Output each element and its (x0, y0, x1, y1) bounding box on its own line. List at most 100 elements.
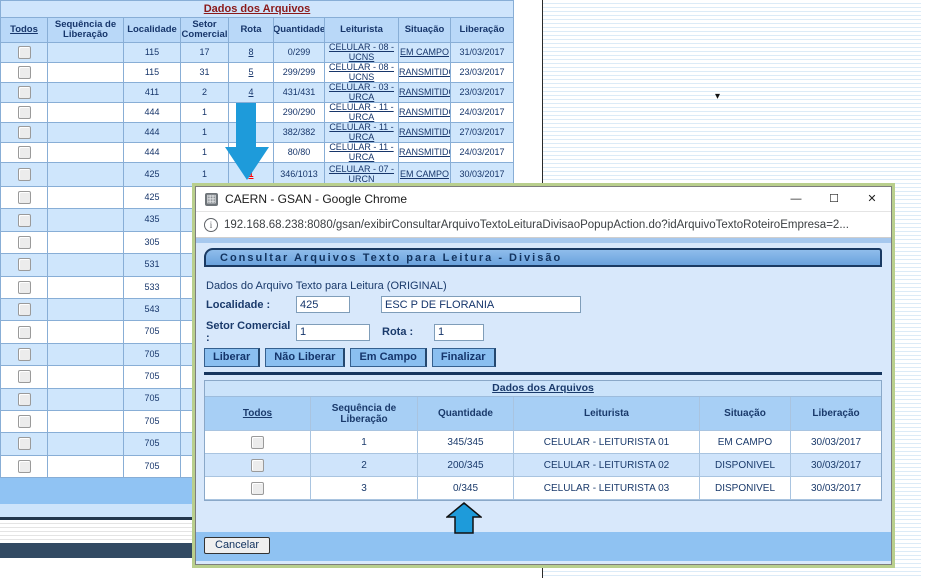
column-header-label[interactable]: Todos (10, 25, 38, 35)
cell-leiturista[interactable]: CELULAR - 03 - URCA (324, 83, 398, 103)
cell-situacao[interactable]: TRANSMITIDO (398, 103, 450, 123)
setor-comercial-input[interactable] (296, 324, 370, 341)
cell-todos[interactable] (0, 299, 47, 321)
cell-value[interactable]: TRANSMITIDO (398, 68, 450, 77)
row-checkbox[interactable] (251, 436, 264, 449)
cell-situacao[interactable]: TRANSMITIDO (398, 123, 450, 143)
cell-value[interactable]: TRANSMITIDO (398, 108, 450, 117)
cell-leiturista[interactable]: CELULAR - 11 - URCA (324, 123, 398, 143)
row-checkbox[interactable] (18, 258, 31, 271)
cell-todos[interactable] (0, 163, 47, 187)
cell-situacao[interactable]: TRANSMITIDO (398, 63, 450, 83)
cell-todos[interactable] (0, 143, 47, 163)
cell-value[interactable]: TRANSMITIDO (398, 88, 450, 97)
cell-value[interactable]: 4 (248, 88, 253, 97)
maximize-button[interactable]: ☐ (815, 187, 853, 211)
cell-value[interactable]: 8 (248, 48, 253, 57)
popup-column-header-0[interactable]: Todos (205, 397, 311, 431)
row-checkbox[interactable] (18, 370, 31, 383)
row-checkbox[interactable] (18, 437, 31, 450)
cell-situacao[interactable]: EM CAMPO (398, 163, 450, 187)
cell-situacao[interactable]: TRANSMITIDO (398, 83, 450, 103)
cell-value[interactable]: CELULAR - 11 - URCA (325, 103, 398, 122)
row-checkbox[interactable] (251, 482, 264, 495)
cell-value[interactable]: TRANSMITIDO (398, 148, 450, 157)
row-checkbox[interactable] (18, 415, 31, 428)
cell-todos[interactable] (205, 431, 311, 454)
row-checkbox[interactable] (18, 191, 31, 204)
minimize-button[interactable]: — (777, 187, 815, 211)
page-info-icon[interactable]: i (204, 218, 218, 232)
cell-todos[interactable] (0, 63, 47, 83)
row-checkbox[interactable] (18, 303, 31, 316)
row-checkbox[interactable] (18, 66, 31, 79)
cell-leiturista[interactable]: CELULAR - 08 - UCNS (324, 43, 398, 63)
cell-value[interactable]: CELULAR - 08 - UCNS (325, 63, 398, 82)
finalizar-button[interactable]: Finalizar (432, 348, 496, 367)
row-checkbox[interactable] (18, 281, 31, 294)
cell-rota[interactable]: 4 (228, 83, 273, 103)
cell-leiturista[interactable]: CELULAR - 11 - URCA (324, 143, 398, 163)
cell-value[interactable]: TRANSMITIDO (398, 128, 450, 137)
cell-todos[interactable] (0, 187, 47, 209)
cell-leiturista[interactable]: CELULAR - 11 - URCA (324, 103, 398, 123)
cell-leiturista[interactable]: CELULAR - 08 - UCNS (324, 63, 398, 83)
row-checkbox[interactable] (18, 214, 31, 227)
row-checkbox[interactable] (18, 393, 31, 406)
rota-input[interactable] (434, 324, 484, 341)
popup-column-header-label[interactable]: Todos (243, 408, 272, 419)
cell-value[interactable]: EM CAMPO (400, 170, 449, 179)
row-checkbox[interactable] (18, 460, 31, 473)
cell-todos[interactable] (0, 366, 47, 388)
column-header-0[interactable]: Todos (0, 17, 47, 43)
cell-todos[interactable] (0, 254, 47, 276)
row-checkbox[interactable] (18, 146, 31, 159)
row-checkbox[interactable] (18, 326, 31, 339)
cell-value[interactable]: CELULAR - 08 - UCNS (325, 43, 398, 62)
row-checkbox[interactable] (18, 86, 31, 99)
cell-situacao[interactable]: TRANSMITIDO (398, 143, 450, 163)
row-checkbox[interactable] (18, 168, 31, 181)
cell-todos[interactable] (0, 277, 47, 299)
nao-liberar-button[interactable]: Não Liberar (265, 348, 345, 367)
row-checkbox[interactable] (18, 46, 31, 59)
cell-todos[interactable] (0, 232, 47, 254)
cell-value[interactable]: CELULAR - 11 - URCA (325, 123, 398, 142)
row-checkbox[interactable] (18, 348, 31, 361)
localidade-name-input[interactable] (381, 296, 581, 313)
cell-todos[interactable] (0, 411, 47, 433)
cell-value[interactable]: EM CAMPO (400, 48, 449, 57)
cell-todos[interactable] (205, 454, 311, 477)
cell-todos[interactable] (0, 103, 47, 123)
popup-titlebar[interactable]: ▦ CAERN - GSAN - Google Chrome — ☐ ✕ (196, 187, 891, 211)
cell-value[interactable]: CELULAR - 11 - URCA (325, 143, 398, 162)
cell-rota[interactable]: 5 (228, 63, 273, 83)
cell-leiturista[interactable]: CELULAR - 07 - URCN (324, 163, 398, 187)
cell-value[interactable]: CELULAR - 03 - URCA (325, 83, 398, 102)
url-text[interactable]: 192.168.68.238:8080/gsan/exibirConsultar… (224, 219, 849, 231)
row-checkbox[interactable] (18, 236, 31, 249)
cell-todos[interactable] (0, 83, 47, 103)
close-button[interactable]: ✕ (853, 187, 891, 211)
dropdown-caret-icon[interactable]: ▾ (715, 92, 720, 102)
cell-todos[interactable] (205, 477, 311, 500)
cell-todos[interactable] (0, 433, 47, 455)
cell-value[interactable]: 5 (248, 68, 253, 77)
cell-todos[interactable] (0, 43, 47, 63)
row-checkbox[interactable] (251, 459, 264, 472)
row-checkbox[interactable] (18, 106, 31, 119)
liberar-button[interactable]: Liberar (204, 348, 260, 367)
localidade-code-input[interactable] (296, 296, 350, 313)
em-campo-button[interactable]: Em Campo (350, 348, 426, 367)
row-checkbox[interactable] (18, 126, 31, 139)
cell-rota[interactable]: 8 (228, 43, 273, 63)
address-bar[interactable]: i 192.168.68.238:8080/gsan/exibirConsult… (196, 211, 891, 238)
cell-todos[interactable] (0, 123, 47, 143)
cancel-button[interactable]: Cancelar (204, 537, 270, 554)
cell-todos[interactable] (0, 389, 47, 411)
cell-situacao[interactable]: EM CAMPO (398, 43, 450, 63)
cell-todos[interactable] (0, 321, 47, 343)
cell-todos[interactable] (0, 209, 47, 231)
cell-todos[interactable] (0, 344, 47, 366)
cell-todos[interactable] (0, 456, 47, 478)
